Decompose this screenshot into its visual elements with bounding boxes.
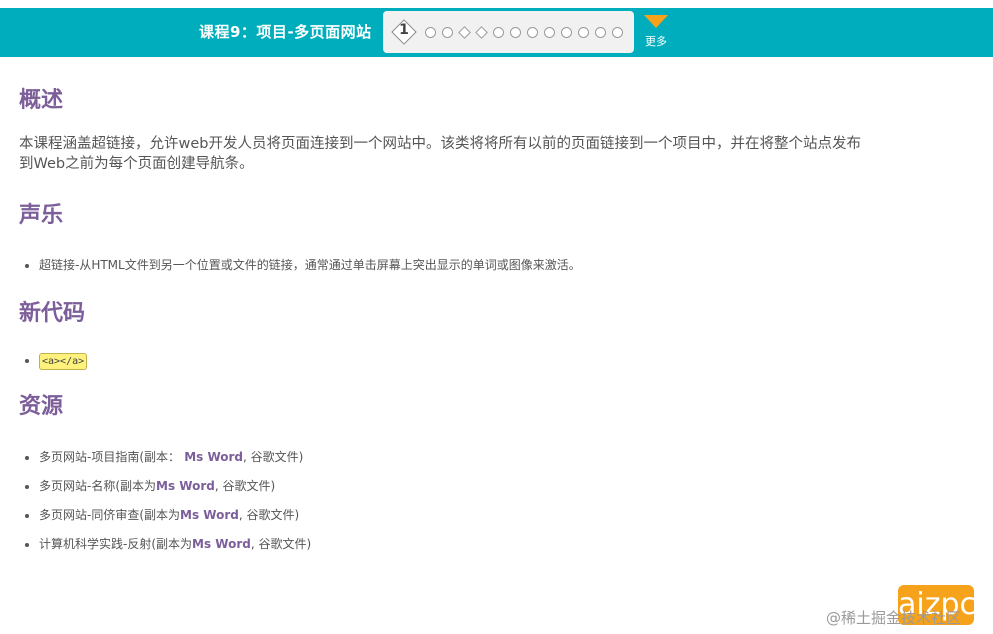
new-code-heading: 新代码 (19, 301, 86, 326)
more-label: 更多 (645, 35, 667, 48)
more-button[interactable]: 更多 (642, 15, 670, 49)
progress-step-12[interactable] (595, 26, 606, 38)
overview-heading: 概述 (19, 88, 64, 113)
list-item: 多页网站-项目指南(副本： Ms Word, 谷歌文件) (39, 443, 959, 472)
resource-title: 计算机科学实践-反射(副本为 (39, 537, 193, 551)
lesson-header-bar: 课程9：项目-多页面网站 1 更多 (0, 8, 993, 57)
new-code-section: 新代码 <a></a> (19, 296, 959, 375)
triangle-down-icon (644, 15, 668, 28)
vocab-section: 声乐 超链接-从HTML文件到另一个位置或文件的链接，通常通过单击屏幕上突出显示… (19, 198, 959, 280)
progress-step-10[interactable] (561, 26, 572, 38)
google-doc-link[interactable]: , 谷歌文件) (215, 479, 275, 493)
progress-step-3[interactable] (442, 26, 453, 38)
resource-title: 多页网站-名称(副本为 (39, 479, 157, 493)
resources-heading: 资源 (19, 394, 64, 419)
ms-word-link[interactable]: Ms Word (180, 450, 243, 464)
progress-step-current[interactable]: 1 (391, 19, 417, 45)
progress-step-9[interactable] (544, 26, 555, 38)
list-item: 多页网站-同侪审查(副本为Ms Word, 谷歌文件) (39, 501, 959, 530)
ms-word-link[interactable]: Ms Word (180, 508, 239, 522)
resources-section: 资源 多页网站-项目指南(副本： Ms Word, 谷歌文件) 多页网站-名称(… (19, 389, 959, 559)
ms-word-link[interactable]: Ms Word (192, 537, 251, 551)
lesson-content: 概述 本课程涵盖超链接，允许web开发人员将页面连接到一个网站中。该类将将所有以… (19, 83, 959, 559)
progress-step-11[interactable] (578, 26, 589, 38)
google-doc-link[interactable]: , 谷歌文件) (239, 508, 299, 522)
progress-step-number: 1 (399, 22, 409, 38)
progress-step-8[interactable] (527, 26, 538, 38)
progress-step-2[interactable] (425, 26, 436, 38)
lesson-title: 课程9：项目-多页面网站 (199, 23, 372, 41)
progress-step-5[interactable] (475, 25, 488, 39)
resource-title: 多页网站-同侪审查(副本为 (39, 508, 181, 522)
resource-title: 多页网站-项目指南(副本： (39, 450, 181, 464)
list-item: <a></a> (39, 346, 959, 375)
vocab-heading: 声乐 (19, 203, 64, 228)
progress-step-7[interactable] (510, 26, 521, 38)
progress-step-4[interactable] (458, 25, 471, 39)
overview-text-line1: 本课程涵盖超链接，允许web开发人员将页面连接到一个网站中。该类将将所有以前的页… (19, 136, 861, 152)
list-item: 多页网站-名称(副本为Ms Word, 谷歌文件) (39, 472, 959, 501)
resources-list: 多页网站-项目指南(副本： Ms Word, 谷歌文件) 多页网站-名称(副本为… (19, 443, 959, 559)
list-item: 计算机科学实践-反射(副本为Ms Word, 谷歌文件) (39, 530, 959, 559)
new-code-list: <a></a> (19, 346, 959, 375)
overview-text: 本课程涵盖超链接，允许web开发人员将页面连接到一个网站中。该类将将所有以前的页… (19, 134, 959, 174)
lesson-progress-bar: 1 (383, 11, 634, 53)
google-doc-link[interactable]: , 谷歌文件) (243, 450, 303, 464)
watermark-text: @稀土掘金技术社区 (826, 609, 962, 627)
progress-step-6[interactable] (493, 26, 504, 38)
vocab-list: 超链接-从HTML文件到另一个位置或文件的链接，通常通过单击屏幕上突出显示的单词… (19, 251, 959, 280)
overview-text-line2: 到Web之前为每个页面创建导航条。 (19, 156, 254, 172)
google-doc-link[interactable]: , 谷歌文件) (251, 537, 311, 551)
progress-step-13[interactable] (612, 26, 623, 38)
ms-word-link[interactable]: Ms Word (156, 479, 215, 493)
list-item: 超链接-从HTML文件到另一个位置或文件的链接，通常通过单击屏幕上突出显示的单词… (39, 251, 959, 280)
code-snippet: <a></a> (39, 353, 88, 370)
